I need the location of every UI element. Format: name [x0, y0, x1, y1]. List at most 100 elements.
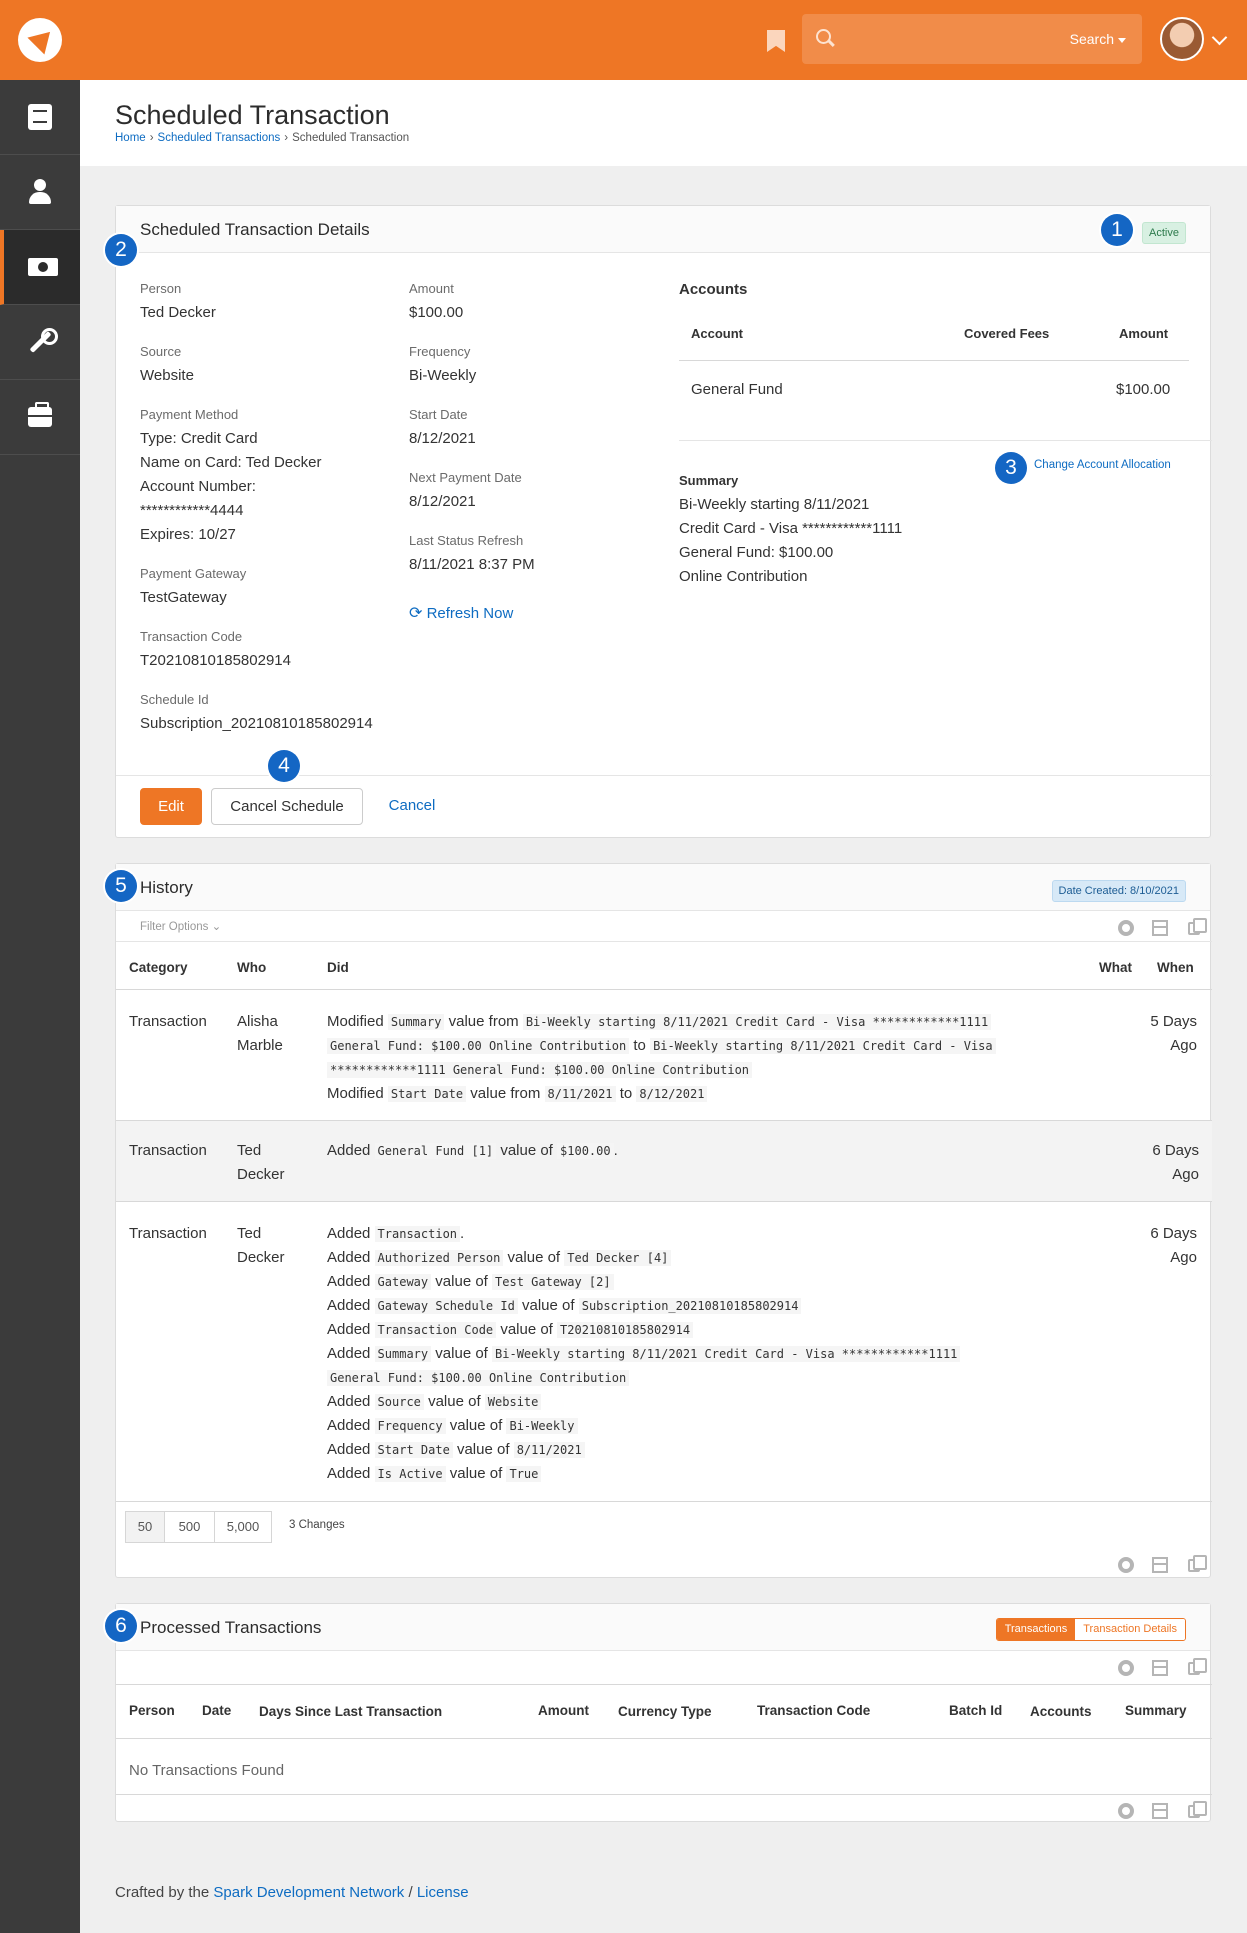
history-row-did: Added General Fund [1] value of $100.00. [327, 1142, 618, 1159]
changes-count: 3 Changes [289, 1519, 345, 1531]
history-row-category: Transaction [129, 1225, 207, 1242]
payment-gateway-field: Payment Gateway TestGateway [140, 566, 247, 606]
history-row-category: Transaction [129, 1013, 207, 1030]
sidebar-item-tools[interactable] [0, 305, 80, 380]
processed-bottom-divider [116, 1794, 1212, 1795]
next-payment-date-field: Next Payment Date 8/12/2021 [409, 470, 522, 510]
gear-icon[interactable] [1118, 1803, 1134, 1819]
sidebar-item-admin[interactable] [0, 380, 80, 455]
book-icon [28, 104, 52, 130]
accounts-divider [679, 360, 1189, 361]
toggle-transaction-details[interactable]: Transaction Details [1075, 1619, 1185, 1640]
history-row-who-link[interactable]: Ted Decker [237, 1139, 285, 1187]
view-toggle: Transactions Transaction Details [995, 1618, 1186, 1641]
payment-method-field: Payment Method Type: Credit Card Name on… [140, 407, 322, 543]
grid-settings-icon[interactable] [1152, 1660, 1168, 1676]
source-field: Source Website [140, 344, 194, 384]
spark-network-link[interactable]: Spark Development Network [213, 1884, 404, 1901]
copy-icon[interactable] [1188, 1658, 1207, 1675]
gear-icon[interactable] [1118, 920, 1134, 936]
search-type-dropdown[interactable]: Search [1070, 31, 1126, 47]
chevron-down-icon: ⌄ [211, 921, 222, 933]
history-header-did: Did [327, 960, 349, 975]
breadcrumb-separator-icon: › [284, 132, 289, 144]
sidebar-item-content[interactable] [0, 80, 80, 155]
copy-icon[interactable] [1188, 918, 1207, 935]
processed-header-divider [116, 1738, 1212, 1739]
search-box[interactable]: Search [802, 14, 1142, 64]
callout-4: 4 [268, 750, 300, 782]
history-panel: History Date Created: 8/10/2021 Filter O… [115, 863, 1212, 1578]
briefcase-icon [28, 402, 52, 427]
grid-actions-bottom [1110, 1801, 1207, 1821]
processed-transactions-panel: Processed Transactions Transactions Tran… [115, 1603, 1212, 1822]
details-panel-title: Scheduled Transaction Details [140, 220, 370, 239]
pager-50[interactable]: 50 [125, 1511, 165, 1543]
history-row-who-link[interactable]: Alisha Marble [237, 1010, 283, 1058]
copy-icon[interactable] [1188, 1801, 1207, 1818]
history-header-who: Who [237, 960, 267, 975]
pager-500[interactable]: 500 [164, 1511, 215, 1543]
processed-panel-header: Processed Transactions Transactions Tran… [116, 1604, 1210, 1651]
chevron-down-icon[interactable] [1211, 29, 1228, 46]
summary-field: Summary Bi-Weekly starting 8/11/2021 Cre… [679, 473, 903, 585]
refresh-now-link[interactable]: ⟳ Refresh Now [409, 603, 513, 623]
top-bar: Search [0, 0, 1247, 80]
processed-header-person: Person [129, 1703, 175, 1718]
grid-settings-icon[interactable] [1152, 1803, 1168, 1819]
license-link[interactable]: License [417, 1884, 469, 1901]
last-status-refresh-field: Last Status Refresh 8/11/2021 8:37 PM [409, 533, 535, 573]
history-header-when: When [1157, 960, 1194, 975]
page-header: Scheduled Transaction Home › Scheduled Tra… [80, 80, 1247, 166]
money-icon [28, 258, 58, 276]
accounts-header-covered-fees: Covered Fees [964, 326, 1050, 341]
history-panel-title: History [140, 878, 193, 897]
history-header-what: What [1099, 960, 1132, 975]
callout-3: 3 [995, 452, 1027, 484]
rock-logo-icon[interactable] [18, 18, 62, 62]
processed-header-currency-type: Currency Type [618, 1704, 712, 1719]
history-row-who-link[interactable]: Ted Decker [237, 1222, 285, 1270]
history-row-category: Transaction [129, 1142, 207, 1159]
callout-1: 1 [1101, 214, 1133, 246]
cancel-button[interactable]: Cancel [372, 788, 452, 825]
grid-settings-icon[interactable] [1152, 1557, 1168, 1573]
sidebar-item-finance[interactable] [0, 230, 80, 305]
breadcrumb-current: Scheduled Transaction [292, 132, 410, 144]
processed-header-days-since: Days Since Last Transaction [259, 1704, 443, 1719]
copy-icon[interactable] [1188, 1555, 1207, 1572]
filter-options-toggle[interactable]: Filter Options ⌄ [140, 919, 221, 933]
grid-settings-icon[interactable] [1152, 920, 1168, 936]
change-account-allocation-link[interactable]: Change Account Allocation [1034, 459, 1171, 471]
callout-6: 6 [105, 1610, 137, 1642]
sidebar-item-people[interactable] [0, 155, 80, 230]
breadcrumb-scheduled-transactions[interactable]: Scheduled Transactions [158, 132, 281, 144]
breadcrumb-home[interactable]: Home [115, 132, 146, 144]
history-panel-header: History Date Created: 8/10/2021 [116, 864, 1210, 911]
history-row-did: Modified Summary value from Bi-Weekly st… [327, 1010, 996, 1106]
row-divider [116, 1501, 1212, 1502]
person-icon [28, 179, 52, 205]
frequency-field: Frequency Bi-Weekly [409, 344, 477, 384]
search-icon [816, 29, 831, 44]
processed-header-summary: Summary [1125, 1703, 1187, 1718]
account-row-amount: $100.00 [1116, 381, 1171, 398]
cancel-schedule-button[interactable]: Cancel Schedule [211, 788, 363, 825]
pager-5000[interactable]: 5,000 [214, 1511, 272, 1543]
history-row-when: 6 Days Ago [1150, 1225, 1197, 1266]
callout-5: 5 [105, 870, 137, 902]
breadcrumb-separator-icon: › [149, 132, 154, 144]
gear-icon[interactable] [1118, 1660, 1134, 1676]
processed-panel-title: Processed Transactions [140, 1618, 322, 1637]
avatar[interactable] [1160, 17, 1204, 61]
history-row-when: 5 Days Ago [1150, 1013, 1197, 1054]
edit-button[interactable]: Edit [140, 788, 202, 825]
status-badge: Active [1142, 222, 1186, 244]
grid-actions-bottom [1110, 1555, 1207, 1575]
gear-icon[interactable] [1118, 1557, 1134, 1573]
history-row-when: 6 Days Ago [1152, 1142, 1199, 1183]
processed-header-batch-id: Batch Id [949, 1703, 1003, 1718]
bookmark-icon[interactable] [767, 30, 785, 52]
processed-top-divider [116, 1684, 1212, 1685]
toggle-transactions[interactable]: Transactions [996, 1619, 1076, 1640]
